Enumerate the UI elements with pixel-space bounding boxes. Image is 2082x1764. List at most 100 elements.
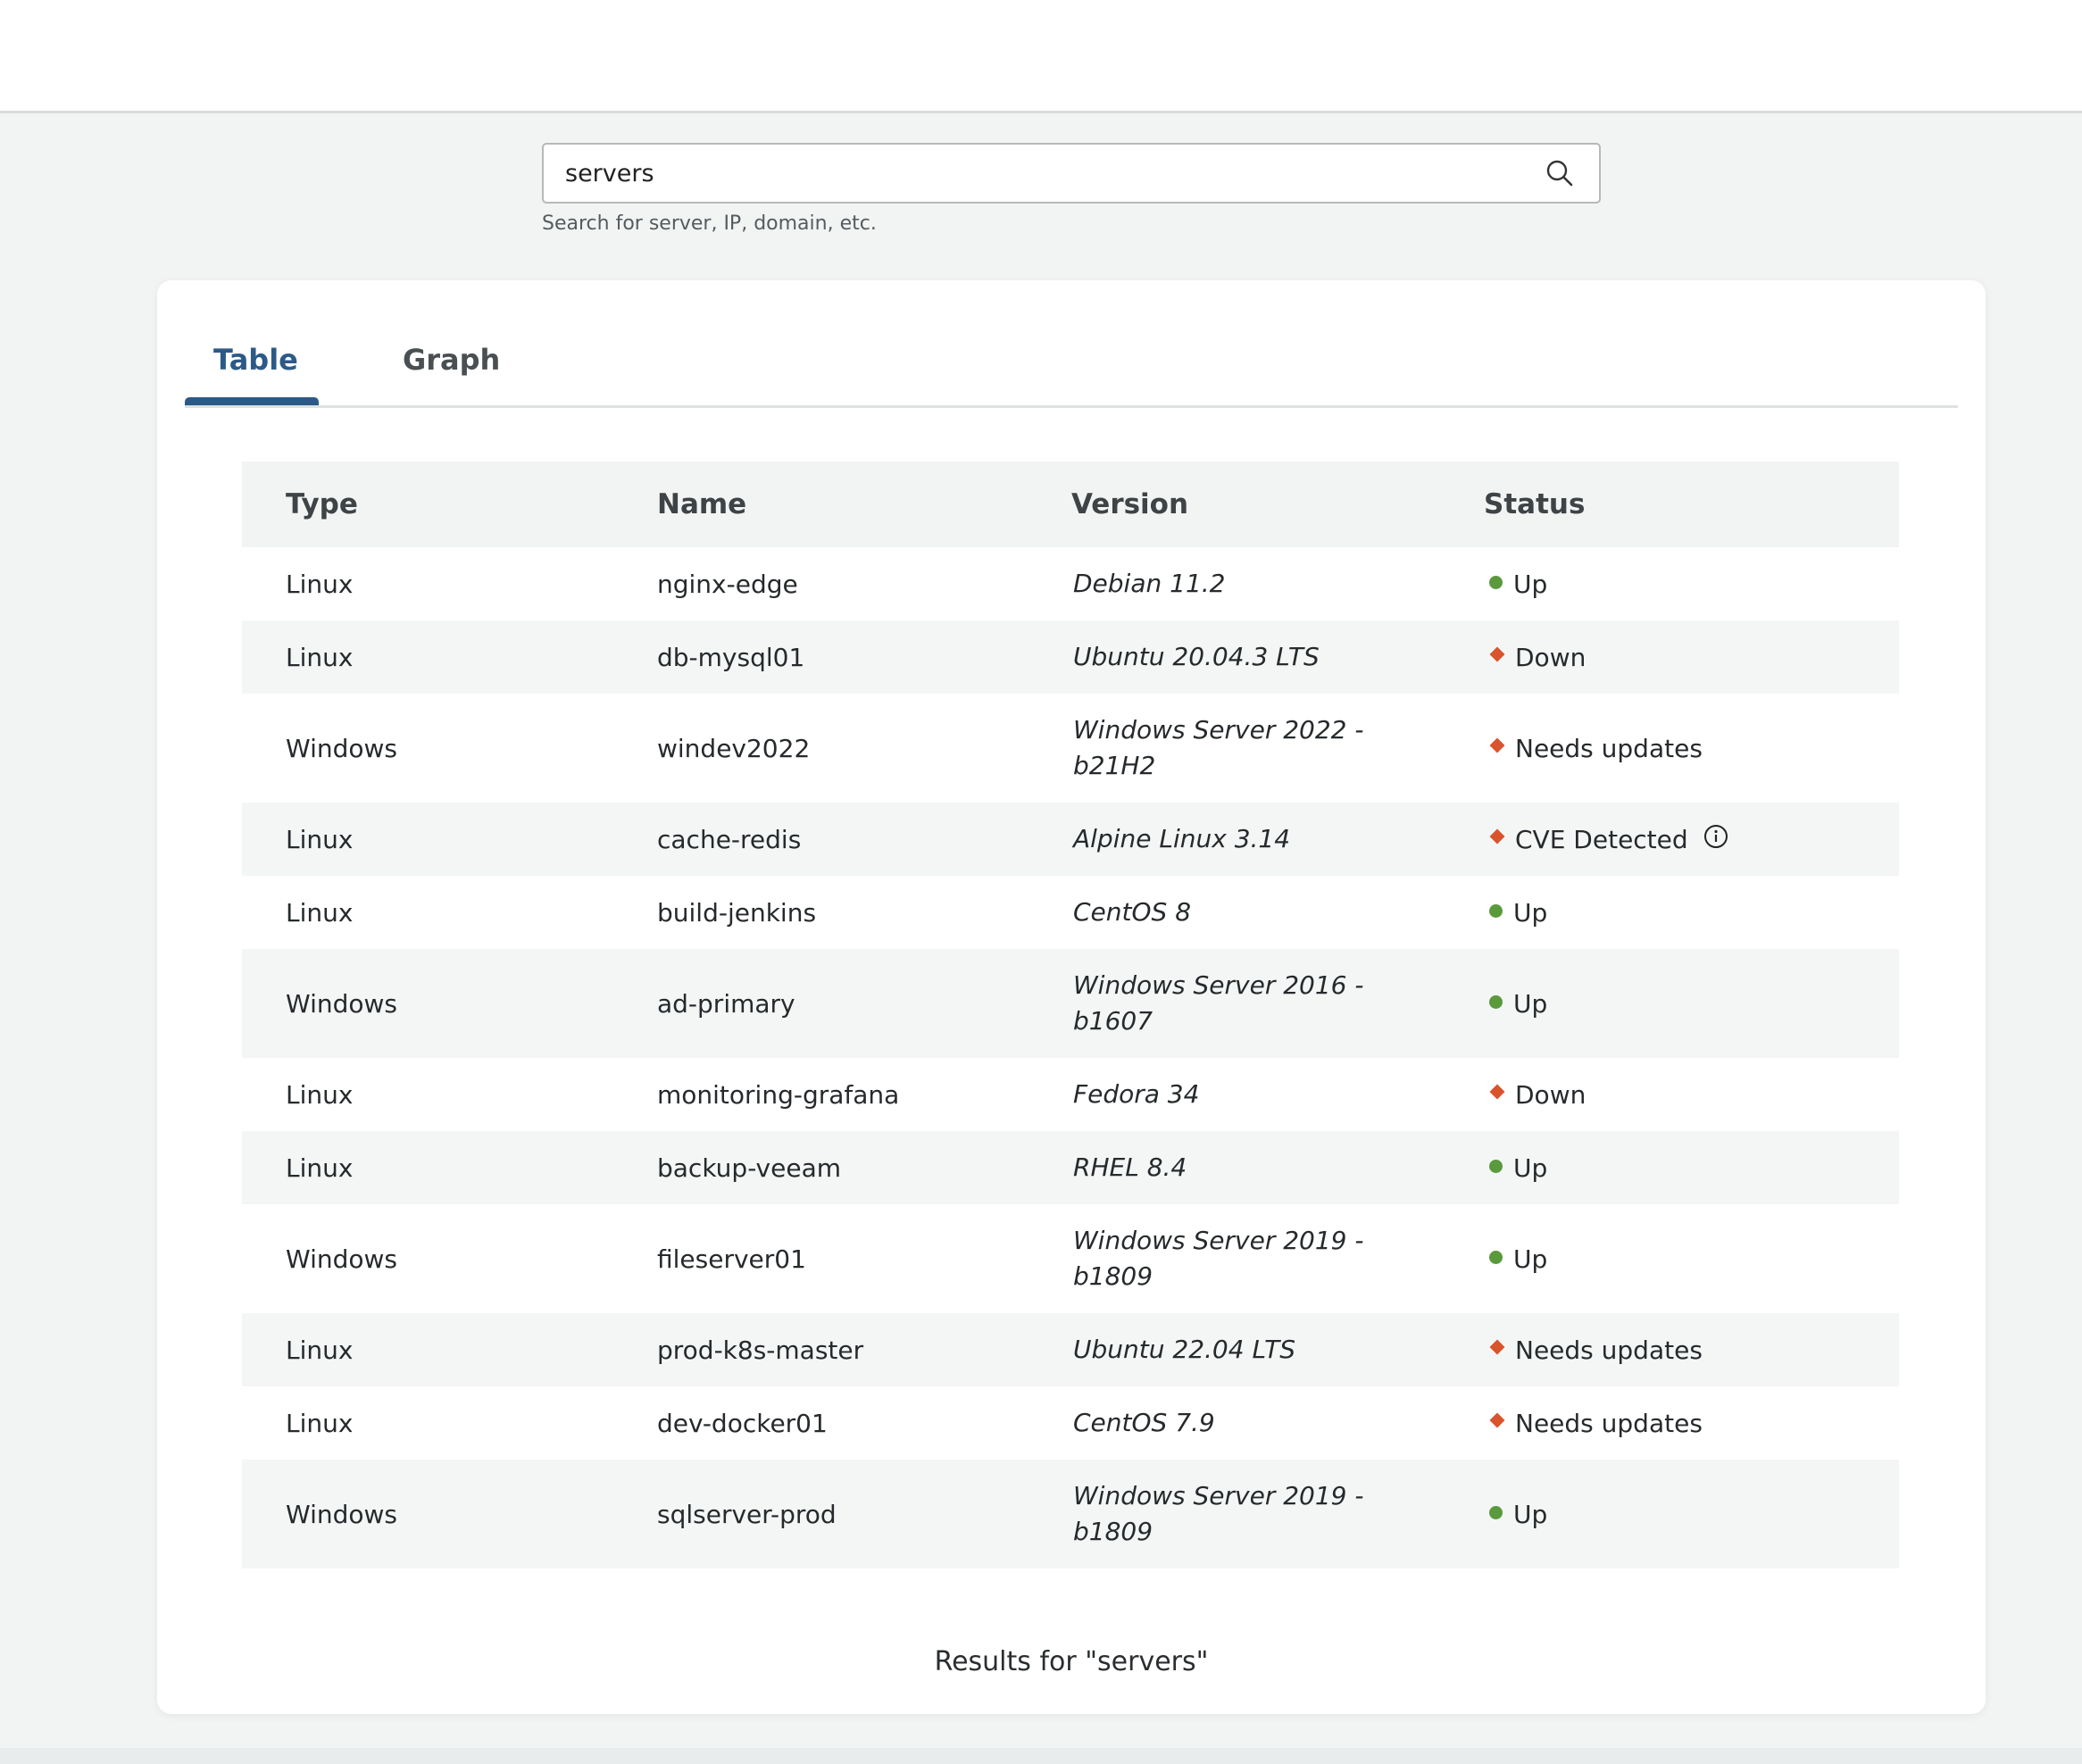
status-diamond-icon bbox=[1489, 737, 1505, 753]
version-text: Debian 11.2 bbox=[1073, 569, 1226, 598]
table-row[interactable]: Linux dev-docker01 CentOS 7.9 Needs updates bbox=[242, 1386, 1899, 1460]
status-label: Needs updates bbox=[1515, 1408, 1703, 1438]
cell-version: Windows Server 2016 - b1607 bbox=[1070, 968, 1484, 1039]
table-row[interactable]: Linux prod-k8s-master Ubuntu 22.04 LTS Need… bbox=[242, 1313, 1899, 1386]
search-icon[interactable] bbox=[1544, 157, 1576, 189]
results-card: Table Graph Type Name Version Status Lin… bbox=[157, 280, 1986, 1714]
column-header-status[interactable]: Status bbox=[1484, 488, 1899, 520]
cell-type: Linux bbox=[286, 1408, 354, 1438]
cell-status: Down bbox=[1484, 1080, 1899, 1110]
status-diamond-icon bbox=[1489, 1339, 1505, 1355]
cell-name: prod-k8s-master bbox=[657, 1335, 864, 1365]
search-helper-text: Search for server, IP, domain, etc. bbox=[542, 212, 877, 235]
view-tabs: Table Graph bbox=[185, 280, 1958, 408]
table-row[interactable]: Windows fileserver01 Windows Server 2019 -… bbox=[242, 1204, 1899, 1313]
cell-status: Needs updates bbox=[1484, 734, 1899, 763]
cell-status: Down bbox=[1484, 643, 1899, 672]
cell-status: Needs updates bbox=[1484, 1335, 1899, 1365]
version-text: CentOS 7.9 bbox=[1073, 1408, 1215, 1437]
table-row[interactable]: Linux backup-veeam RHEL 8.4 Up bbox=[242, 1131, 1899, 1204]
table-row[interactable]: Linux nginx-edge Debian 11.2 Up bbox=[242, 547, 1899, 620]
cell-type: Linux bbox=[286, 569, 354, 599]
status-label: Up bbox=[1513, 988, 1548, 1019]
cell-version: Debian 11.2 bbox=[1070, 566, 1484, 602]
top-bar bbox=[0, 0, 2082, 113]
cell-name: monitoring-grafana bbox=[657, 1079, 900, 1110]
status-dot-icon bbox=[1489, 1505, 1503, 1519]
cell-status: Up bbox=[1484, 570, 1899, 599]
cell-type: Windows bbox=[286, 733, 397, 763]
status-label: Up bbox=[1513, 569, 1548, 599]
cell-type: Linux bbox=[286, 1152, 354, 1183]
column-header-name[interactable]: Name bbox=[656, 488, 1070, 520]
table-row[interactable]: Linux build-jenkins CentOS 8 Up bbox=[242, 876, 1899, 949]
cell-version: CentOS 8 bbox=[1070, 894, 1484, 930]
cell-type: Linux bbox=[286, 824, 354, 854]
cell-version: Ubuntu 20.04.3 LTS bbox=[1070, 639, 1484, 675]
cell-status: Up bbox=[1484, 1500, 1899, 1529]
cell-type: Linux bbox=[286, 642, 354, 672]
search-area: Search for server, IP, domain, etc. bbox=[542, 143, 1601, 235]
column-header-type[interactable]: Type bbox=[242, 488, 656, 520]
version-text: CentOS 8 bbox=[1073, 897, 1192, 927]
cell-version: Ubuntu 22.04 LTS bbox=[1070, 1332, 1484, 1368]
status-label: Up bbox=[1513, 1152, 1548, 1183]
cell-name: build-jenkins bbox=[657, 897, 817, 928]
tab-table[interactable]: Table bbox=[213, 343, 298, 404]
status-dot-icon bbox=[1489, 1250, 1503, 1264]
table-row[interactable]: Linux cache-redis Alpine Linux 3.14 CVE Det… bbox=[242, 803, 1899, 876]
cell-status: Up bbox=[1484, 898, 1899, 928]
version-text: Windows Server 2016 - b1607 bbox=[1073, 970, 1364, 1036]
cell-version: Windows Server 2022 - b21H2 bbox=[1070, 712, 1484, 784]
search-input[interactable] bbox=[544, 145, 1599, 202]
status-label: Up bbox=[1513, 1244, 1548, 1274]
table-row[interactable]: Windows sqlserver-prod Windows Server 2019… bbox=[242, 1460, 1899, 1568]
version-text: Fedora 34 bbox=[1073, 1079, 1200, 1109]
version-text: Alpine Linux 3.14 bbox=[1073, 824, 1291, 853]
cell-version: RHEL 8.4 bbox=[1070, 1150, 1484, 1186]
cell-type: Windows bbox=[286, 1499, 397, 1529]
status-label: Needs updates bbox=[1515, 733, 1703, 763]
version-text: Ubuntu 22.04 LTS bbox=[1073, 1335, 1296, 1364]
status-dot-icon bbox=[1489, 903, 1503, 918]
status-label: Up bbox=[1513, 897, 1548, 928]
table-row[interactable]: Windows ad-primary Windows Server 2016 - b… bbox=[242, 949, 1899, 1058]
table-row[interactable]: Linux monitoring-grafana Fedora 34 Down bbox=[242, 1058, 1899, 1131]
search-box bbox=[542, 143, 1601, 204]
table-row[interactable]: Windows windev2022 Windows Server 2022 - b… bbox=[242, 694, 1899, 803]
cell-name: nginx-edge bbox=[657, 569, 798, 599]
version-text: RHEL 8.4 bbox=[1073, 1152, 1187, 1182]
active-tab-indicator bbox=[185, 397, 319, 405]
info-icon[interactable] bbox=[1703, 823, 1729, 850]
bottom-strip bbox=[0, 1748, 2082, 1764]
status-diamond-icon bbox=[1489, 828, 1505, 845]
servers-table: Type Name Version Status Linux nginx-edge… bbox=[242, 462, 1899, 1568]
status-label: Needs updates bbox=[1515, 1335, 1703, 1365]
status-label: Down bbox=[1515, 1079, 1586, 1110]
cell-version: Alpine Linux 3.14 bbox=[1070, 821, 1484, 857]
status-label: Down bbox=[1515, 642, 1586, 672]
cell-status: Up bbox=[1484, 989, 1899, 1019]
cell-status: Up bbox=[1484, 1153, 1899, 1183]
cell-name: sqlserver-prod bbox=[657, 1499, 837, 1529]
version-text: Windows Server 2019 - b1809 bbox=[1073, 1226, 1364, 1291]
status-dot-icon bbox=[1489, 994, 1503, 1009]
cell-status: CVE Detected bbox=[1484, 825, 1899, 854]
column-header-version[interactable]: Version bbox=[1070, 487, 1484, 522]
version-text: Ubuntu 20.04.3 LTS bbox=[1073, 642, 1320, 671]
status-diamond-icon bbox=[1489, 1084, 1505, 1100]
version-text: Windows Server 2019 - b1809 bbox=[1073, 1481, 1364, 1546]
cell-status: Up bbox=[1484, 1244, 1899, 1274]
status-label: Up bbox=[1513, 1499, 1548, 1529]
cell-name: db-mysql01 bbox=[657, 642, 805, 672]
tab-graph[interactable]: Graph bbox=[403, 343, 500, 404]
cell-version: CentOS 7.9 bbox=[1070, 1405, 1484, 1441]
cell-version: Windows Server 2019 - b1809 bbox=[1070, 1223, 1484, 1294]
table-row[interactable]: Linux db-mysql01 Ubuntu 20.04.3 LTS Down bbox=[242, 620, 1899, 694]
cell-name: ad-primary bbox=[657, 988, 795, 1019]
results-caption: Results for "servers" bbox=[934, 1646, 1209, 1677]
cell-version: Fedora 34 bbox=[1070, 1077, 1484, 1112]
status-diamond-icon bbox=[1489, 1412, 1505, 1428]
status-label: CVE Detected bbox=[1515, 824, 1688, 854]
cell-version: Windows Server 2019 - b1809 bbox=[1070, 1478, 1484, 1550]
